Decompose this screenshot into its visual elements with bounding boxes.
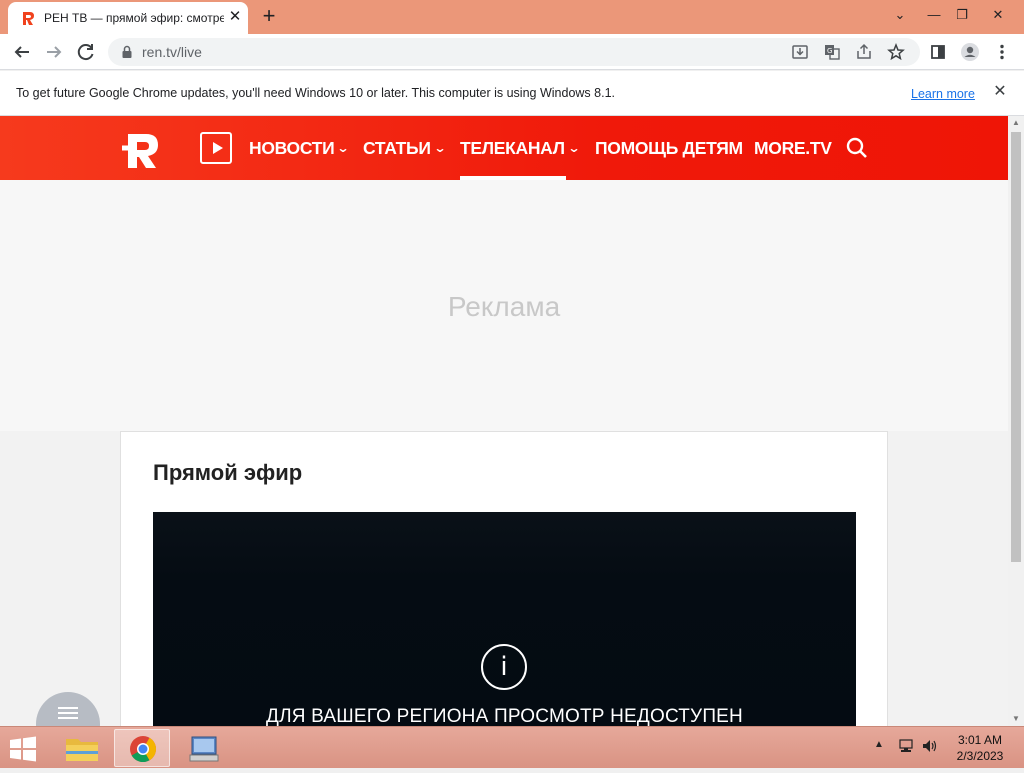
- profile-avatar-icon[interactable]: [956, 38, 984, 66]
- forward-icon[interactable]: [40, 38, 68, 66]
- nav-label: НОВОСТИ: [249, 138, 335, 158]
- tray-expand-icon[interactable]: ▲: [874, 739, 884, 750]
- hamburger-icon: [58, 707, 78, 719]
- svg-text:G: G: [827, 47, 832, 55]
- live-content-card: Прямой эфир i ДЛЯ ВАШЕГО РЕГИОНА ПРОСМОТ…: [120, 431, 888, 726]
- chrome-taskbar-icon[interactable]: [114, 729, 170, 767]
- page-viewport: НОВОСТИ ⌄ СТАТЬИ ⌄ ТЕЛЕКАНАЛ ⌄ ПОМОЩЬ ДЕТЯМ…: [0, 116, 1008, 726]
- lock-icon: [122, 45, 132, 58]
- close-window-button[interactable]: ✕: [982, 2, 1014, 28]
- new-tab-button[interactable]: +: [256, 5, 282, 29]
- url-text: ren.tv/live: [142, 44, 202, 60]
- restore-button[interactable]: ❐: [946, 2, 978, 28]
- install-app-icon[interactable]: [788, 40, 812, 64]
- share-icon[interactable]: [852, 40, 876, 64]
- clock-date[interactable]: 2/3/2023: [950, 749, 1010, 763]
- tab-strip: РЕН ТВ — прямой эфир: смотре ✕ + ⌄ — ❐ ✕: [0, 0, 1024, 34]
- tab-search-icon[interactable]: ⌄: [884, 2, 916, 28]
- nav-label: ТЕЛЕКАНАЛ: [460, 138, 565, 158]
- tab-close-icon[interactable]: ✕: [226, 8, 244, 26]
- scroll-up-icon[interactable]: ▲: [1008, 116, 1024, 130]
- region-unavailable-message: ДЛЯ ВАШЕГО РЕГИОНА ПРОСМОТР НЕДОСТУПЕН: [266, 706, 743, 726]
- nav-item-tv-channel[interactable]: ТЕЛЕКАНАЛ ⌄: [460, 138, 580, 159]
- nav-label: СТАТЬИ: [363, 138, 431, 158]
- address-bar[interactable]: ren.tv/live G: [108, 38, 920, 66]
- learn-more-link[interactable]: Learn more: [911, 87, 975, 101]
- infobar-message: To get future Google Chrome updates, you…: [16, 86, 615, 100]
- translate-icon[interactable]: G: [820, 40, 844, 64]
- page-title: Прямой эфир: [153, 460, 303, 485]
- scroll-down-icon[interactable]: ▼: [1008, 712, 1024, 726]
- search-icon[interactable]: [845, 136, 869, 160]
- browser-tab[interactable]: РЕН ТВ — прямой эфир: смотре ✕: [8, 2, 248, 34]
- file-explorer-icon[interactable]: [54, 729, 110, 767]
- ren-tv-favicon-icon: [23, 12, 34, 25]
- page-scrollbar[interactable]: ▲ ▼: [1008, 116, 1024, 726]
- chevron-down-icon: ⌄: [336, 141, 350, 155]
- windows-start-icon[interactable]: [6, 735, 40, 763]
- ad-banner: Реклама: [0, 180, 1008, 431]
- live-play-button[interactable]: [200, 132, 232, 164]
- update-infobar: To get future Google Chrome updates, you…: [0, 71, 1024, 116]
- info-icon: i: [481, 644, 527, 690]
- ad-label: Реклама: [447, 291, 561, 322]
- nav-item-news[interactable]: НОВОСТИ ⌄: [249, 138, 350, 159]
- browser-toolbar: ren.tv/live G: [0, 34, 1024, 70]
- floating-menu-button[interactable]: [36, 692, 100, 726]
- chevron-down-icon: ⌄: [567, 141, 580, 155]
- infobar-close-icon[interactable]: ✕: [990, 82, 1010, 102]
- back-icon[interactable]: [8, 38, 36, 66]
- video-player[interactable]: i ДЛЯ ВАШЕГО РЕГИОНА ПРОСМОТР НЕДОСТУПЕН: [153, 512, 856, 726]
- clock-time[interactable]: 3:01 AM: [950, 733, 1010, 747]
- chevron-down-icon: ⌄: [433, 141, 446, 155]
- menu-kebab-icon[interactable]: [988, 38, 1016, 66]
- bookmark-star-icon[interactable]: [884, 40, 908, 64]
- side-panel-icon[interactable]: [924, 38, 952, 66]
- on-screen-keyboard-icon[interactable]: [176, 729, 232, 767]
- reload-icon[interactable]: [72, 38, 100, 66]
- tab-title: РЕН ТВ — прямой эфир: смотре: [44, 11, 224, 25]
- scrollbar-thumb[interactable]: [1011, 132, 1021, 562]
- volume-icon[interactable]: [921, 737, 939, 755]
- site-header: НОВОСТИ ⌄ СТАТЬИ ⌄ ТЕЛЕКАНАЛ ⌄ ПОМОЩЬ ДЕТЯМ…: [0, 116, 1008, 180]
- windows-taskbar: ▲ 3:01 AM 2/3/2023: [0, 726, 1024, 768]
- nav-item-more-tv[interactable]: MORE.TV: [754, 138, 832, 159]
- network-icon[interactable]: [898, 737, 916, 755]
- nav-item-articles[interactable]: СТАТЬИ ⌄: [363, 138, 446, 159]
- ren-tv-logo-icon[interactable]: [120, 124, 166, 172]
- nav-item-help-children[interactable]: ПОМОЩЬ ДЕТЯМ: [595, 138, 743, 159]
